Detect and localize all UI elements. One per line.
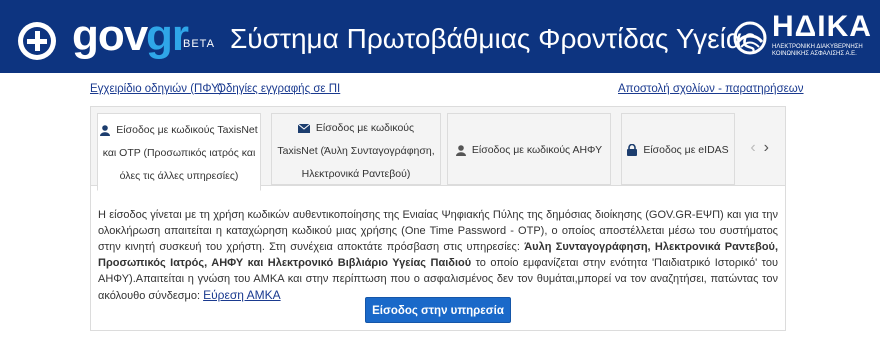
site-header: gov gr BETA Σύστημα Πρωτοβάθμιας Φροντίδ… (0, 0, 880, 73)
login-description: Η είσοδος γίνεται με τη χρήση κωδικών αυ… (98, 207, 778, 304)
tab-label-line2: TaxisNet (Άυλη Συνταγογράφηση, (277, 145, 435, 157)
login-button[interactable]: Είσοδος στην υπηρεσία (365, 297, 511, 323)
user-icon (455, 144, 466, 156)
tab-label-line1: Είσοδος με κωδικούς (315, 122, 415, 134)
tab-label-line2: και OTP (Προσωπικός ιατρός και (102, 147, 256, 159)
feedback-link[interactable]: Αποστολή σχολίων - παρατηρήσεων (618, 83, 804, 95)
greek-emblem-icon (18, 22, 56, 60)
govgr-logo-gov[interactable]: gov (72, 12, 148, 60)
tab-label-line1: Είσοδος με κωδικούς TaxisNet (116, 124, 258, 136)
tab-taxisnet[interactable]: Είσοδος με κωδικούς TaxisNet (Άυλη Συντα… (271, 113, 441, 185)
tab-taxisnet-otp[interactable]: Είσοδος με κωδικούς TaxisNet και OTP (Πρ… (97, 113, 261, 191)
tab-ahfy[interactable]: Είσοδος με κωδικούς ΑΗΦΥ (447, 113, 611, 185)
page-title: Σύστημα Πρωτοβάθμιας Φροντίδας Υγείας (230, 23, 756, 54)
tab-label: Είσοδος με eIDAS (643, 144, 729, 156)
tab-label-line3: Ηλεκτρονικά Ραντεβού) (301, 168, 411, 180)
envelope-icon (297, 123, 310, 133)
login-panel: Είσοδος με κωδικούς TaxisNet και OTP (Πρ… (90, 106, 786, 331)
tab-eidas[interactable]: Είσοδος με eIDAS (621, 113, 735, 185)
tab-label-line3: όλες τις άλλες υπηρεσίες) (119, 170, 239, 182)
idika-logo-icon (733, 21, 767, 55)
idika-subtitle: ΗΛΕΚΤΡΟΝΙΚΗ ΔΙΑΚΥΒΕΡΝΗΣΗ ΚΟΙΝΩΝΙΚΗΣ ΑΣΦΑ… (772, 44, 863, 57)
idika-logo-text: ΗΔΙΚΑ (772, 10, 872, 43)
chevron-right-icon[interactable]: › (764, 139, 777, 156)
govgr-logo-gr[interactable]: gr (146, 12, 189, 60)
registration-instructions-link[interactable]: Οδηγίες εγγραφής σε ΠΙ (217, 83, 340, 95)
find-amka-link[interactable]: Εύρεση ΑΜΚΑ (203, 288, 281, 302)
chevron-left-icon[interactable]: ‹ (750, 139, 763, 156)
tab-scroll-arrows: ‹› (750, 139, 777, 157)
tab-label: Είσοδος με κωδικούς ΑΗΦΥ (471, 144, 603, 156)
beta-label: BETA (183, 38, 215, 50)
lock-icon (627, 144, 638, 157)
manual-link[interactable]: Εγχειρίδιο οδηγιών (ΠΦΥ) (90, 83, 223, 95)
user-icon (100, 124, 111, 136)
